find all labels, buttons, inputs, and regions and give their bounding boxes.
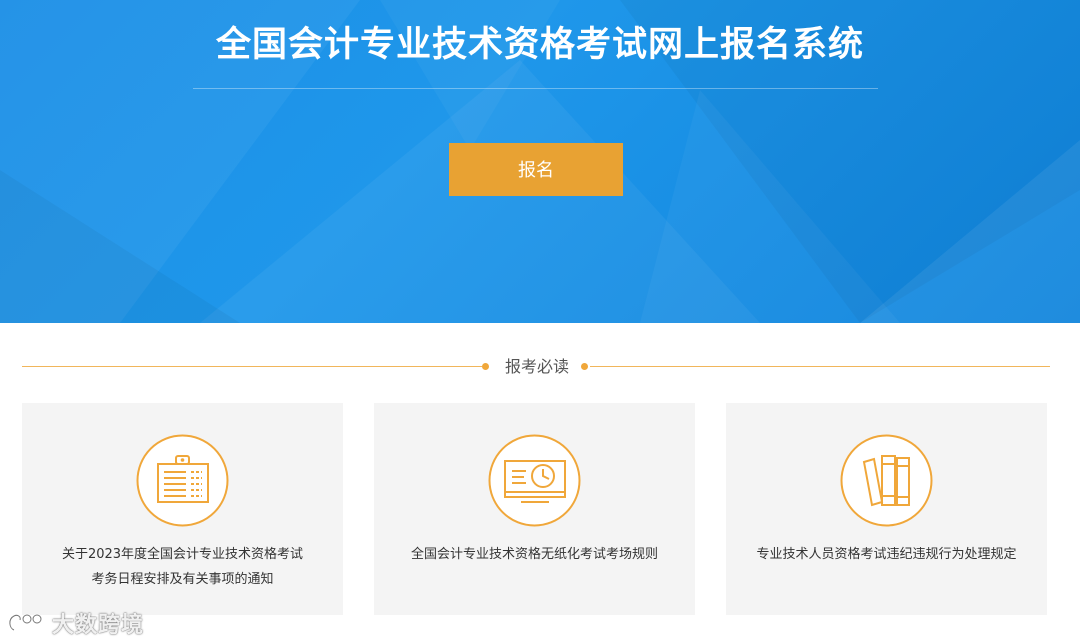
card-text: 全国会计专业技术资格无纸化考试考场规则 [384, 542, 685, 567]
card-title-line1: 专业技术人员资格考试违纪违规行为处理规定 [756, 547, 1017, 562]
notice-card-schedule[interactable]: 关于2023年度全国会计专业技术资格考试 考务日程安排及有关事项的通知 [22, 403, 343, 615]
register-button[interactable]: 报名 [449, 143, 623, 196]
card-text: 专业技术人员资格考试违纪违规行为处理规定 [736, 542, 1037, 567]
card-title-line1: 全国会计专业技术资格无纸化考试考场规则 [410, 547, 658, 562]
card-text: 关于2023年度全国会计专业技术资格考试 考务日程安排及有关事项的通知 [32, 542, 333, 592]
notice-card-exam-rules[interactable]: 全国会计专业技术资格无纸化考试考场规则 [374, 403, 695, 615]
notice-card-discipline[interactable]: 专业技术人员资格考试违纪违规行为处理规定 [726, 403, 1047, 615]
clipboard-icon [136, 434, 229, 527]
card-title-line1: 关于2023年度全国会计专业技术资格考试 [61, 547, 304, 562]
title-divider [193, 88, 878, 89]
watermark-text: 大数跨境 [52, 613, 145, 638]
hero-banner: 全国会计专业技术资格考试网上报名系统 报名 [0, 0, 1080, 323]
section-divider-right [590, 366, 1050, 367]
section-divider-left [22, 366, 482, 367]
section-dot-right [581, 363, 588, 370]
logo-icon [8, 613, 43, 632]
section-dot-left [482, 363, 489, 370]
page-title: 全国会计专业技术资格考试网上报名系统 [215, 25, 864, 65]
watermark: 大数跨境 [6, 608, 144, 638]
section-title: 报考必读 [504, 357, 569, 376]
books-icon [840, 434, 933, 527]
card-title-line2: 考务日程安排及有关事项的通知 [91, 572, 274, 587]
computer-clock-icon [488, 434, 581, 527]
